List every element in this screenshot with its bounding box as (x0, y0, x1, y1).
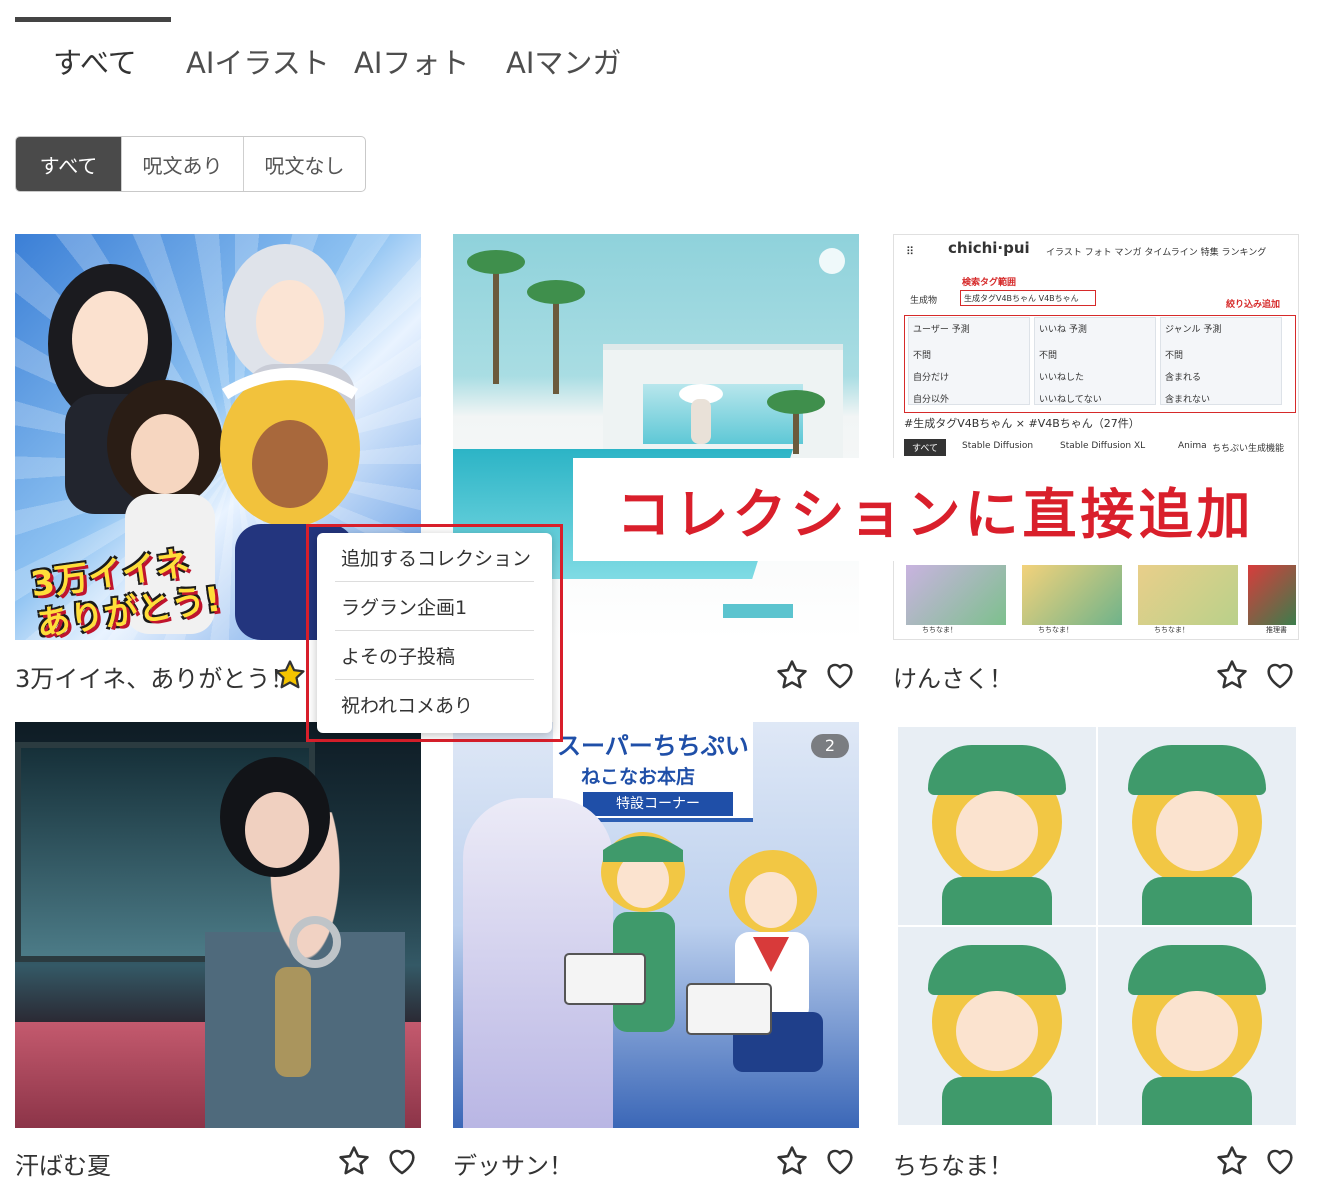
chip: ちちぷい生成機能 (1212, 444, 1285, 454)
post-thumbnail[interactable] (15, 722, 421, 1128)
filter-column-genre: ジャンル 予測 不問 含まれる 含まれない (1160, 317, 1282, 405)
query-text: 生成タグV4Bちゃん V4Bちゃん (964, 294, 1079, 303)
feature-callout: コレクションに直接追加 (573, 458, 1298, 561)
heart-icon[interactable] (1263, 658, 1297, 692)
chip: すべて (904, 439, 947, 456)
filter-without-prompt-button[interactable]: 呪文なし (243, 137, 365, 191)
tab-ai-manga[interactable]: AIマンガ (506, 40, 621, 82)
tab-ai-illust[interactable]: AIイラスト (186, 40, 330, 82)
result-count: #生成タグV4Bちゃん × #V4Bちゃん（27件） (904, 417, 1140, 430)
headphones-illustration (220, 757, 341, 1077)
category-tabs: すべて AIイラスト AIフォト AIマンガ (0, 0, 1318, 110)
post-title[interactable]: ちちなま！ (893, 1146, 1013, 1181)
filter-column-like: いいね 予測 不問 いいねした いいねしてない (1034, 317, 1156, 405)
tab-ai-photo[interactable]: AIフォト (354, 40, 469, 82)
site-nav: イラスト フォト マンガ タイムライン 特集 ランキング (1046, 248, 1267, 258)
heart-icon[interactable] (1263, 1144, 1297, 1178)
star-icon[interactable] (775, 658, 809, 692)
chip: Stable Diffusion (962, 441, 1034, 451)
star-icon[interactable] (337, 1144, 371, 1178)
expression-panel (1098, 727, 1296, 925)
collection-menu-item[interactable]: よその子投稿 (335, 631, 534, 680)
post-thumbnail[interactable] (893, 722, 1299, 1128)
chip: Anima (1178, 441, 1207, 451)
collection-menu: 追加するコレクション ラグラン企画1 よその子投稿 祝われコメあり (317, 533, 552, 733)
result-thumb (1248, 565, 1296, 625)
star-icon[interactable] (1215, 658, 1249, 692)
result-thumb (1138, 565, 1238, 625)
filter-column-user: ユーザー 予測 不問 自分だけ 自分以外 (908, 317, 1030, 405)
tag-range-label: 検索タグ範囲 (962, 278, 1017, 288)
post-title[interactable]: 3万イイネ、ありがとう！ (15, 659, 294, 694)
callout-text: コレクションに直接追加 (616, 483, 1255, 546)
expression-panel (898, 727, 1096, 925)
heart-icon[interactable] (385, 1144, 419, 1178)
collection-menu-header: 追加するコレクション (335, 533, 534, 582)
post-title[interactable]: デッサン！ (453, 1146, 573, 1181)
collection-menu-item[interactable]: 祝われコメあり (335, 680, 534, 729)
expression-panel (1098, 927, 1296, 1125)
heart-icon[interactable] (823, 658, 857, 692)
post-thumbnail[interactable]: スーパーちちぷい ねこなお本店 特設コーナー 2 (453, 722, 859, 1128)
filter-add-label: 絞り込み追加 (1226, 300, 1281, 310)
expression-panel (898, 927, 1096, 1125)
star-icon[interactable] (1215, 1144, 1249, 1178)
result-thumb (1022, 565, 1122, 625)
filter-all-button[interactable]: すべて (16, 137, 121, 191)
heart-icon[interactable] (823, 1144, 857, 1178)
result-thumb (906, 565, 1006, 625)
tab-all[interactable]: すべて (53, 40, 137, 82)
collection-menu-item[interactable]: ラグラン企画1 (335, 582, 534, 631)
scope-select: 生成物 (910, 296, 938, 306)
filter-with-prompt-button[interactable]: 呪文あり (121, 137, 243, 191)
menu-icon: ⠿ (906, 245, 915, 258)
sketching-girls-illustration (564, 832, 823, 1072)
post-thumbnail[interactable]: ⠿ chichi·pui イラスト フォト マンガ タイムライン 特集 ランキン… (893, 234, 1299, 640)
post-title[interactable]: けんさく！ (893, 659, 1013, 694)
star-icon[interactable] (775, 1144, 809, 1178)
active-tab-indicator (15, 17, 171, 22)
star-icon-active[interactable] (273, 658, 307, 692)
chip: Stable Diffusion XL (1060, 441, 1146, 451)
pin-icon[interactable] (819, 248, 845, 274)
post-title[interactable]: 汗ばむ夏 (15, 1146, 111, 1181)
site-logo: chichi·pui (948, 239, 1030, 257)
prompt-filter: すべて 呪文あり 呪文なし (15, 136, 366, 192)
